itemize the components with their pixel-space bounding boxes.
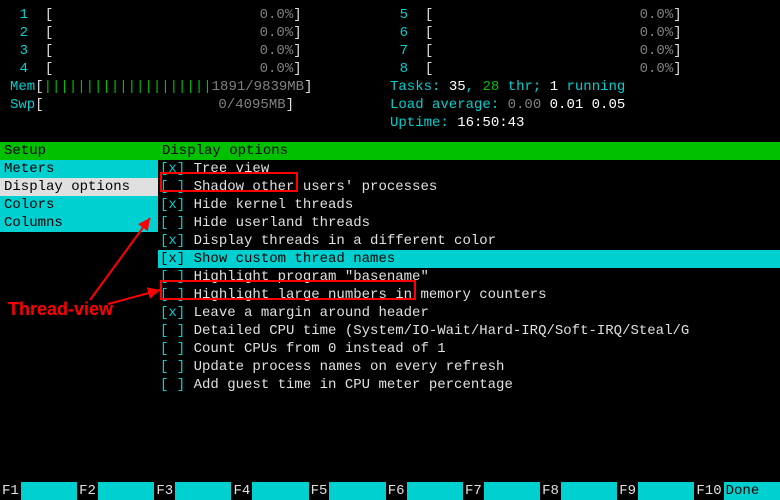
cpu-meter-5: 5 [0.0%] [390, 6, 770, 24]
option-row[interactable]: [ ] Detailed CPU time (System/IO-Wait/Ha… [158, 322, 780, 340]
setup-sidebar: Setup MetersDisplay optionsColorsColumns [0, 142, 158, 394]
sidebar-item-columns[interactable]: Columns [0, 214, 158, 232]
fkey-f2[interactable]: F2 [77, 482, 98, 500]
fkey-f9[interactable]: F9 [617, 482, 638, 500]
option-row[interactable]: [ ] Add guest time in CPU meter percenta… [158, 376, 780, 394]
option-row[interactable]: [x] Hide kernel threads [158, 196, 780, 214]
fkey-f5[interactable]: F5 [309, 482, 330, 500]
fkey-label[interactable] [638, 482, 694, 500]
option-row[interactable]: [ ] Hide userland threads [158, 214, 780, 232]
option-row[interactable]: [ ] Highlight program "basename" [158, 268, 780, 286]
option-row[interactable]: [ ] Count CPUs from 0 instead of 1 [158, 340, 780, 358]
fkey-label[interactable] [329, 482, 385, 500]
sidebar-item-colors[interactable]: Colors [0, 196, 158, 214]
display-options-panel: Display options [x] Tree view[ ] Shadow … [158, 142, 780, 394]
cpu-meter-3: 3 [0.0%] [10, 42, 390, 60]
sidebar-item-meters[interactable]: Meters [0, 160, 158, 178]
cpu-meter-1: 1 [0.0%] [10, 6, 390, 24]
fkey-f3[interactable]: F3 [154, 482, 175, 500]
sidebar-header: Setup [0, 142, 158, 160]
option-row[interactable]: [ ] Shadow other users' processes [158, 178, 780, 196]
fkey-f10[interactable]: F10 [694, 482, 723, 500]
option-row[interactable]: [x] Display threads in a different color [158, 232, 780, 250]
cpu-meter-8: 8 [0.0%] [390, 60, 770, 78]
fkey-f6[interactable]: F6 [386, 482, 407, 500]
sidebar-item-display-options[interactable]: Display options [0, 178, 158, 196]
annotation-label: Thread-view [8, 300, 113, 318]
fkey-label[interactable] [252, 482, 308, 500]
top-left-meters: 1 [0.0%]2 [0.0%]3 [0.0%]4 [0.0%] Mem[|||… [10, 6, 390, 132]
fkey-f7[interactable]: F7 [463, 482, 484, 500]
tasks-line: Tasks: 35, 28 thr; 1 running [390, 78, 770, 96]
cpu-meter-2: 2 [0.0%] [10, 24, 390, 42]
fkey-f8[interactable]: F8 [540, 482, 561, 500]
fkey-label[interactable] [175, 482, 231, 500]
option-row[interactable]: [x] Show custom thread names [158, 250, 780, 268]
fkey-label[interactable] [98, 482, 154, 500]
fkey-label[interactable] [407, 482, 463, 500]
fkey-label[interactable] [561, 482, 617, 500]
fkey-label[interactable] [484, 482, 540, 500]
function-key-bar: F1 F2 F3 F4 F5 F6 F7 F8 F9 F10Done [0, 482, 780, 500]
option-row[interactable]: [x] Leave a margin around header [158, 304, 780, 322]
top-right-meters: 5 [0.0%]6 [0.0%]7 [0.0%]8 [0.0%] Tasks: … [390, 6, 770, 132]
fkey-f4[interactable]: F4 [231, 482, 252, 500]
option-row[interactable]: [ ] Highlight large numbers in memory co… [158, 286, 780, 304]
fkey-label[interactable]: Done [724, 482, 780, 500]
cpu-meter-7: 7 [0.0%] [390, 42, 770, 60]
cpu-meter-6: 6 [0.0%] [390, 24, 770, 42]
cpu-meter-4: 4 [0.0%] [10, 60, 390, 78]
option-row[interactable]: [ ] Update process names on every refres… [158, 358, 780, 376]
fkey-label[interactable] [21, 482, 77, 500]
option-row[interactable]: [x] Tree view [158, 160, 780, 178]
swp-meter: Swp[0/4095MB] [10, 96, 390, 114]
main-header: Display options [158, 142, 780, 160]
fkey-f1[interactable]: F1 [0, 482, 21, 500]
loadavg-line: Load average: 0.00 0.01 0.05 [390, 96, 770, 114]
uptime-line: Uptime: 16:50:43 [390, 114, 770, 132]
mem-meter: Mem[||||||||||||||||||||1891/9839MB] [10, 78, 390, 96]
